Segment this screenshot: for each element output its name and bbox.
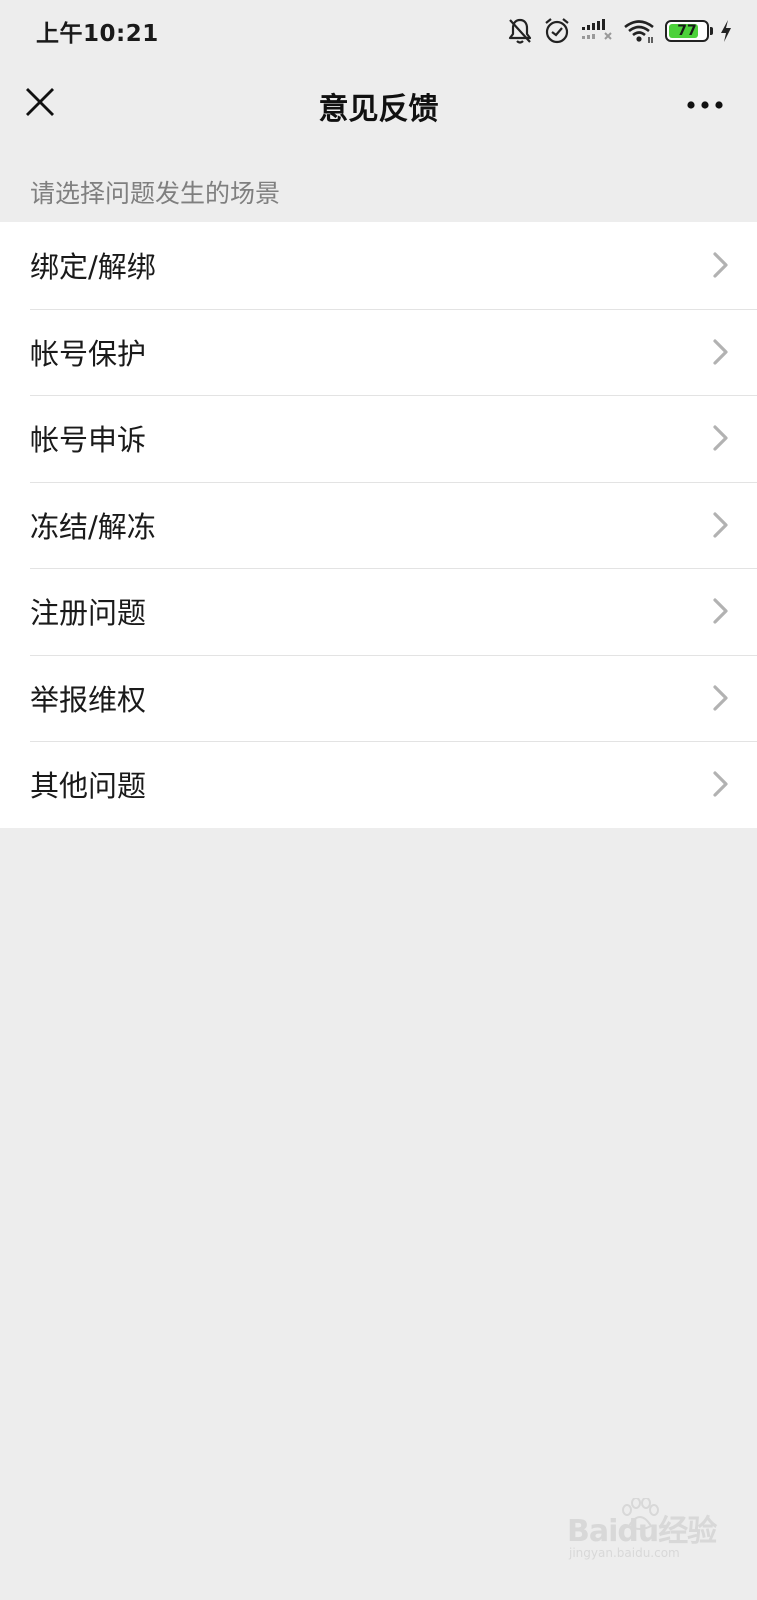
list-item-label: 注册问题 <box>30 596 147 631</box>
chevron-right-icon <box>713 685 728 711</box>
more-button[interactable] <box>683 86 727 122</box>
list-item-label: 帐号保护 <box>30 336 147 371</box>
list-item-registration[interactable]: 注册问题 <box>0 568 757 655</box>
chevron-right-icon <box>713 252 728 278</box>
list-item-bind-unbind[interactable]: 绑定/解绑 <box>0 222 757 309</box>
section-hint: 请选择问题发生的场景 <box>30 179 281 208</box>
list-item-label: 冻结/解冻 <box>30 509 156 544</box>
scene-list: 绑定/解绑 帐号保护 帐号申诉 冻结/解冻 注册问题 举报维权 其他问题 <box>0 222 757 828</box>
battery-level: 77 <box>677 23 697 39</box>
battery-icon: 77 <box>665 20 713 42</box>
list-item-account-appeal[interactable]: 帐号申诉 <box>0 395 757 482</box>
status-bar: 上午10:21 77 <box>0 0 757 62</box>
battery-cap <box>710 27 713 35</box>
bell-muted-icon <box>507 17 533 45</box>
status-icons: 77 <box>507 14 733 48</box>
watermark-sub: jingyan.baidu.com <box>569 1546 680 1560</box>
chevron-right-icon <box>713 598 728 624</box>
watermark: Baidu经验 jingyan.baidu.com <box>567 1498 717 1564</box>
list-item-label: 其他问题 <box>30 769 147 804</box>
charging-icon <box>719 19 733 43</box>
list-item-account-protection[interactable]: 帐号保护 <box>0 308 757 396</box>
list-item-report[interactable]: 举报维权 <box>0 654 757 742</box>
paw-icon <box>622 1498 659 1530</box>
list-item-label: 帐号申诉 <box>30 423 147 458</box>
page-title: 意见反馈 <box>318 92 439 127</box>
list-item-freeze-unfreeze[interactable]: 冻结/解冻 <box>0 481 757 569</box>
chevron-right-icon <box>713 339 728 365</box>
alarm-icon <box>543 17 571 45</box>
status-time: 上午10:21 <box>36 21 159 47</box>
chevron-right-icon <box>713 512 728 538</box>
list-item-label: 举报维权 <box>30 682 147 717</box>
nav-bar: 意见反馈 <box>0 62 757 148</box>
chevron-right-icon <box>713 425 728 451</box>
list-item-label: 绑定/解绑 <box>30 250 156 285</box>
chevron-right-icon <box>713 771 728 797</box>
list-item-other[interactable]: 其他问题 <box>0 741 757 828</box>
wifi-icon <box>623 18 655 44</box>
more-icon <box>686 95 724 114</box>
signal-icon <box>581 19 613 43</box>
